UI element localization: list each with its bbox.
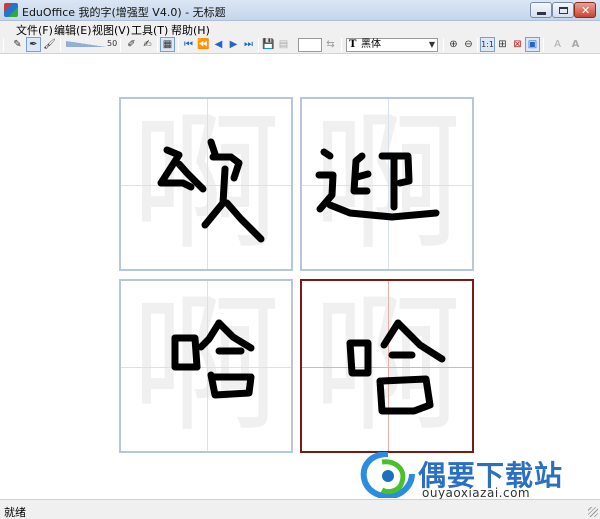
handwriting-strokes <box>157 138 265 243</box>
slider-ramp <box>66 41 106 47</box>
site-watermark: 偶要下载站 ouyaoxiazai.com <box>352 450 600 500</box>
separator <box>157 38 158 52</box>
prev-icon[interactable]: ◀ <box>211 37 226 52</box>
brush-icon[interactable]: 🖌 <box>42 37 57 52</box>
writing-canvas[interactable]: 啊 啊 啊 啊 <box>0 55 600 498</box>
actual-size-button[interactable]: 1:1 <box>480 37 495 52</box>
font-icon: T <box>349 39 357 50</box>
separator <box>120 38 121 52</box>
chevron-down-icon: ▼ <box>428 40 435 49</box>
pencil-icon[interactable]: ✎ <box>10 37 25 52</box>
site-url: ouyaoxiazai.com <box>422 486 531 500</box>
select-grid-icon[interactable]: ▦ <box>160 37 175 52</box>
grid-cell-3[interactable]: 啊 <box>119 279 293 453</box>
layout-icon[interactable]: ▣ <box>525 37 540 52</box>
close-icon: ✕ <box>581 4 591 17</box>
handwriting-strokes <box>171 319 255 399</box>
last-icon[interactable]: ⏭ <box>241 37 256 52</box>
grid-cross-icon[interactable]: ⊠ <box>510 37 525 52</box>
pen-size-slider[interactable] <box>66 41 106 49</box>
separator <box>443 38 444 52</box>
site-logo-icon <box>360 452 415 498</box>
pen-icon[interactable]: ✒ <box>26 37 41 52</box>
status-bar: 就绪 <box>0 499 600 519</box>
pen-size-value: 50 <box>107 39 118 48</box>
separator <box>178 38 179 52</box>
grid-cell-4-active[interactable]: 啊 <box>300 279 474 453</box>
blank-input[interactable] <box>298 38 322 52</box>
eraser-icon[interactable]: ✐ <box>124 37 139 52</box>
export-icon[interactable]: ▤ <box>276 37 291 52</box>
save-icon[interactable]: 💾 <box>261 37 276 52</box>
grid-view-icon[interactable]: ⊞ <box>495 37 510 52</box>
close-button[interactable]: ✕ <box>574 2 596 18</box>
maximize-button[interactable] <box>552 2 574 18</box>
prev-page-icon[interactable]: ⏪ <box>196 37 211 52</box>
font-bold-icon[interactable]: A <box>568 37 583 52</box>
edit-doc-icon[interactable]: ✍ <box>140 37 155 52</box>
separator <box>258 38 259 52</box>
swap-icon[interactable]: ⇆ <box>323 37 338 52</box>
font-large-icon[interactable]: A <box>550 37 565 52</box>
handwriting-strokes <box>346 319 446 415</box>
separator <box>60 38 61 52</box>
toolbar: ✎ ✒ 🖌 50 ✐ ✍ ▦ ⏮ ⏪ ◀ ▶ ⏭ 💾 ▤ ⇆ T 黑体 ▼ ⊕ … <box>0 36 600 54</box>
minimize-button[interactable] <box>530 2 552 18</box>
next-icon[interactable]: ▶ <box>226 37 241 52</box>
window-title: EduOffice 我的字(增强型 V4.0) - 无标题 <box>22 6 226 19</box>
maximize-icon <box>559 7 568 14</box>
minimize-icon <box>537 12 546 15</box>
separator <box>341 38 342 52</box>
status-text: 就绪 <box>4 506 26 519</box>
menu-bar: 文件(F) 编辑(E) 视图(V) 工具(T) 帮助(H) <box>0 21 600 37</box>
zoom-in-icon[interactable]: ⊕ <box>446 37 461 52</box>
title-bar: EduOffice 我的字(增强型 V4.0) - 无标题 ✕ <box>0 0 600 21</box>
separator <box>543 38 544 52</box>
first-icon[interactable]: ⏮ <box>181 37 196 52</box>
grid-cell-1[interactable]: 啊 <box>119 97 293 271</box>
handwriting-strokes <box>315 148 440 221</box>
font-select[interactable]: T 黑体 ▼ <box>346 38 438 52</box>
separator <box>477 38 478 52</box>
toolbar-grip <box>3 38 4 52</box>
app-icon <box>4 3 18 17</box>
resize-grip[interactable] <box>588 507 598 517</box>
grid-cell-2[interactable]: 啊 <box>300 97 474 271</box>
zoom-out-icon[interactable]: ⊖ <box>461 37 476 52</box>
font-name: 黑体 <box>361 39 381 50</box>
